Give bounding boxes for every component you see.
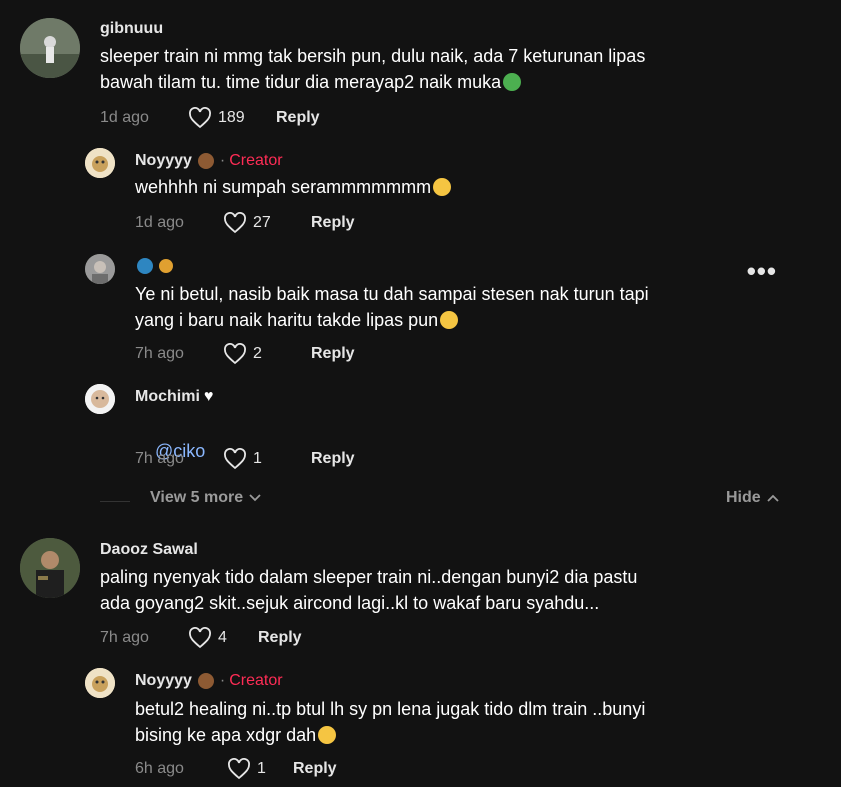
comment-text: paling nyenyak tido dalam sleeper train …	[100, 567, 638, 613]
timestamp: 7h ago	[100, 629, 149, 646]
username[interactable]	[137, 258, 173, 274]
like-count: 189	[218, 109, 245, 126]
username[interactable]: Noyyyy · Creator	[135, 152, 283, 170]
avatar[interactable]	[85, 668, 115, 698]
username[interactable]: gibnuuu	[100, 20, 163, 38]
timestamp: 1d ago	[100, 109, 149, 126]
reply-button[interactable]: Reply	[258, 629, 302, 647]
heart-icon	[189, 627, 211, 649]
like-button[interactable]: 4	[188, 627, 258, 649]
comment-text: betul2 healing ni..tp btul lh sy pn lena…	[135, 699, 646, 745]
comment-meta: 1d ago 27 Reply	[135, 211, 355, 235]
reply-button[interactable]: Reply	[276, 109, 320, 127]
heart-icon	[224, 343, 246, 365]
heart-icon	[224, 448, 246, 470]
creator-badge: Creator	[229, 672, 283, 689]
view-more-replies-button[interactable]: View 5 more	[150, 489, 261, 507]
comment-text: Ye ni betul, nasib baik masa tu dah samp…	[135, 284, 649, 330]
timestamp: 1d ago	[135, 214, 184, 231]
chevron-down-icon	[249, 494, 261, 502]
white-heart-emoji-icon: ♥	[203, 388, 214, 405]
separator-dot: ·	[219, 672, 226, 689]
like-count: 27	[253, 214, 271, 231]
reply-button[interactable]: Reply	[311, 214, 355, 232]
heart-icon	[228, 758, 250, 780]
avatar[interactable]	[85, 254, 115, 284]
comment-meta: 7h ago 4 Reply	[100, 626, 302, 650]
like-count: 2	[253, 345, 262, 362]
like-count: 1	[253, 450, 262, 467]
chevron-up-icon	[767, 494, 779, 502]
like-button[interactable]: 189	[188, 107, 276, 129]
bear-face-emoji-icon	[197, 673, 214, 689]
username[interactable]: Mochimi ♥	[135, 388, 213, 406]
heart-icon	[189, 107, 211, 129]
reply-button[interactable]: Reply	[311, 450, 355, 468]
avatar[interactable]	[20, 18, 80, 78]
flushed-face-emoji-icon	[433, 178, 452, 196]
like-button[interactable]: 2	[223, 343, 311, 365]
avatar[interactable]	[85, 148, 115, 178]
creator-badge: Creator	[229, 152, 283, 169]
like-button[interactable]: 1	[227, 758, 293, 780]
comment-meta: 7h ago 2 Reply	[135, 342, 355, 366]
globe-emoji-icon	[137, 258, 153, 274]
hide-replies-button[interactable]: Hide	[726, 489, 779, 507]
username[interactable]: Noyyyy · Creator	[135, 672, 283, 690]
like-count: 4	[218, 629, 227, 646]
reply-button[interactable]: Reply	[293, 760, 337, 778]
comment-meta: 7h ago 1 Reply	[135, 447, 355, 471]
heart-icon	[224, 212, 246, 234]
comment-text: sleeper train ni mmg tak bersih pun, dul…	[100, 46, 646, 92]
bear-face-emoji-icon	[197, 153, 214, 169]
reply-button[interactable]: Reply	[311, 345, 355, 363]
comment-meta: 1d ago 189 Reply	[100, 106, 320, 130]
like-button[interactable]: 1	[223, 448, 311, 470]
timestamp: 7h ago	[135, 450, 184, 467]
comment-meta: 6h ago 1 Reply	[135, 757, 337, 781]
avatar[interactable]	[20, 538, 80, 598]
thread-divider	[100, 501, 130, 502]
comment-text: wehhhh ni sumpah serammmmmmm	[135, 174, 775, 200]
timestamp: 7h ago	[135, 345, 184, 362]
username[interactable]: Daooz Sawal	[100, 541, 198, 559]
ringed-planet-emoji-icon	[159, 259, 173, 273]
laughing-face-emoji-icon	[440, 311, 459, 329]
like-count: 1	[257, 760, 266, 777]
timestamp: 6h ago	[135, 760, 184, 777]
sweat-smile-face-emoji-icon	[318, 726, 337, 744]
avatar[interactable]	[85, 384, 115, 414]
separator-dot: ·	[219, 152, 226, 169]
nauseated-face-emoji-icon	[503, 73, 522, 91]
like-button[interactable]: 27	[223, 212, 311, 234]
